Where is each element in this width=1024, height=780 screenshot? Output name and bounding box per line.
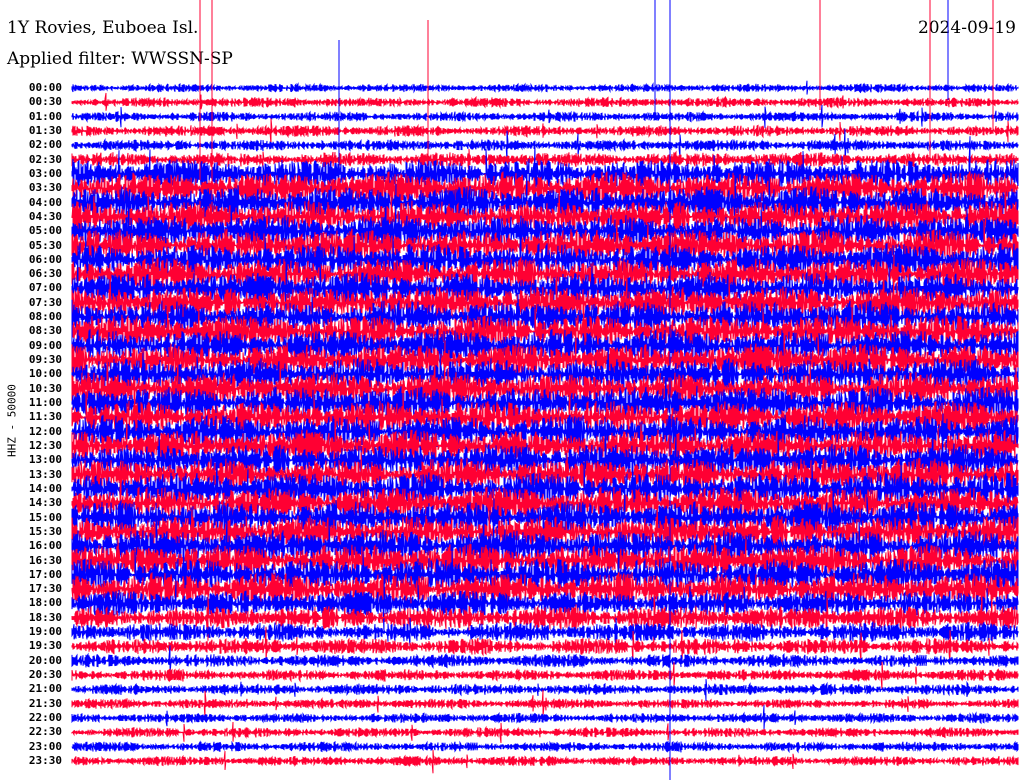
trace-row	[71, 92, 1019, 111]
trace-row	[71, 80, 1019, 95]
trace-row	[71, 705, 1019, 730]
trace-row	[71, 679, 1019, 701]
trace-row	[71, 740, 1019, 754]
trace-row	[71, 104, 1019, 128]
trace-row	[71, 749, 1019, 774]
helicorder-plot	[71, 0, 1019, 780]
trace-row	[71, 721, 1019, 743]
trace-row	[71, 689, 1019, 719]
